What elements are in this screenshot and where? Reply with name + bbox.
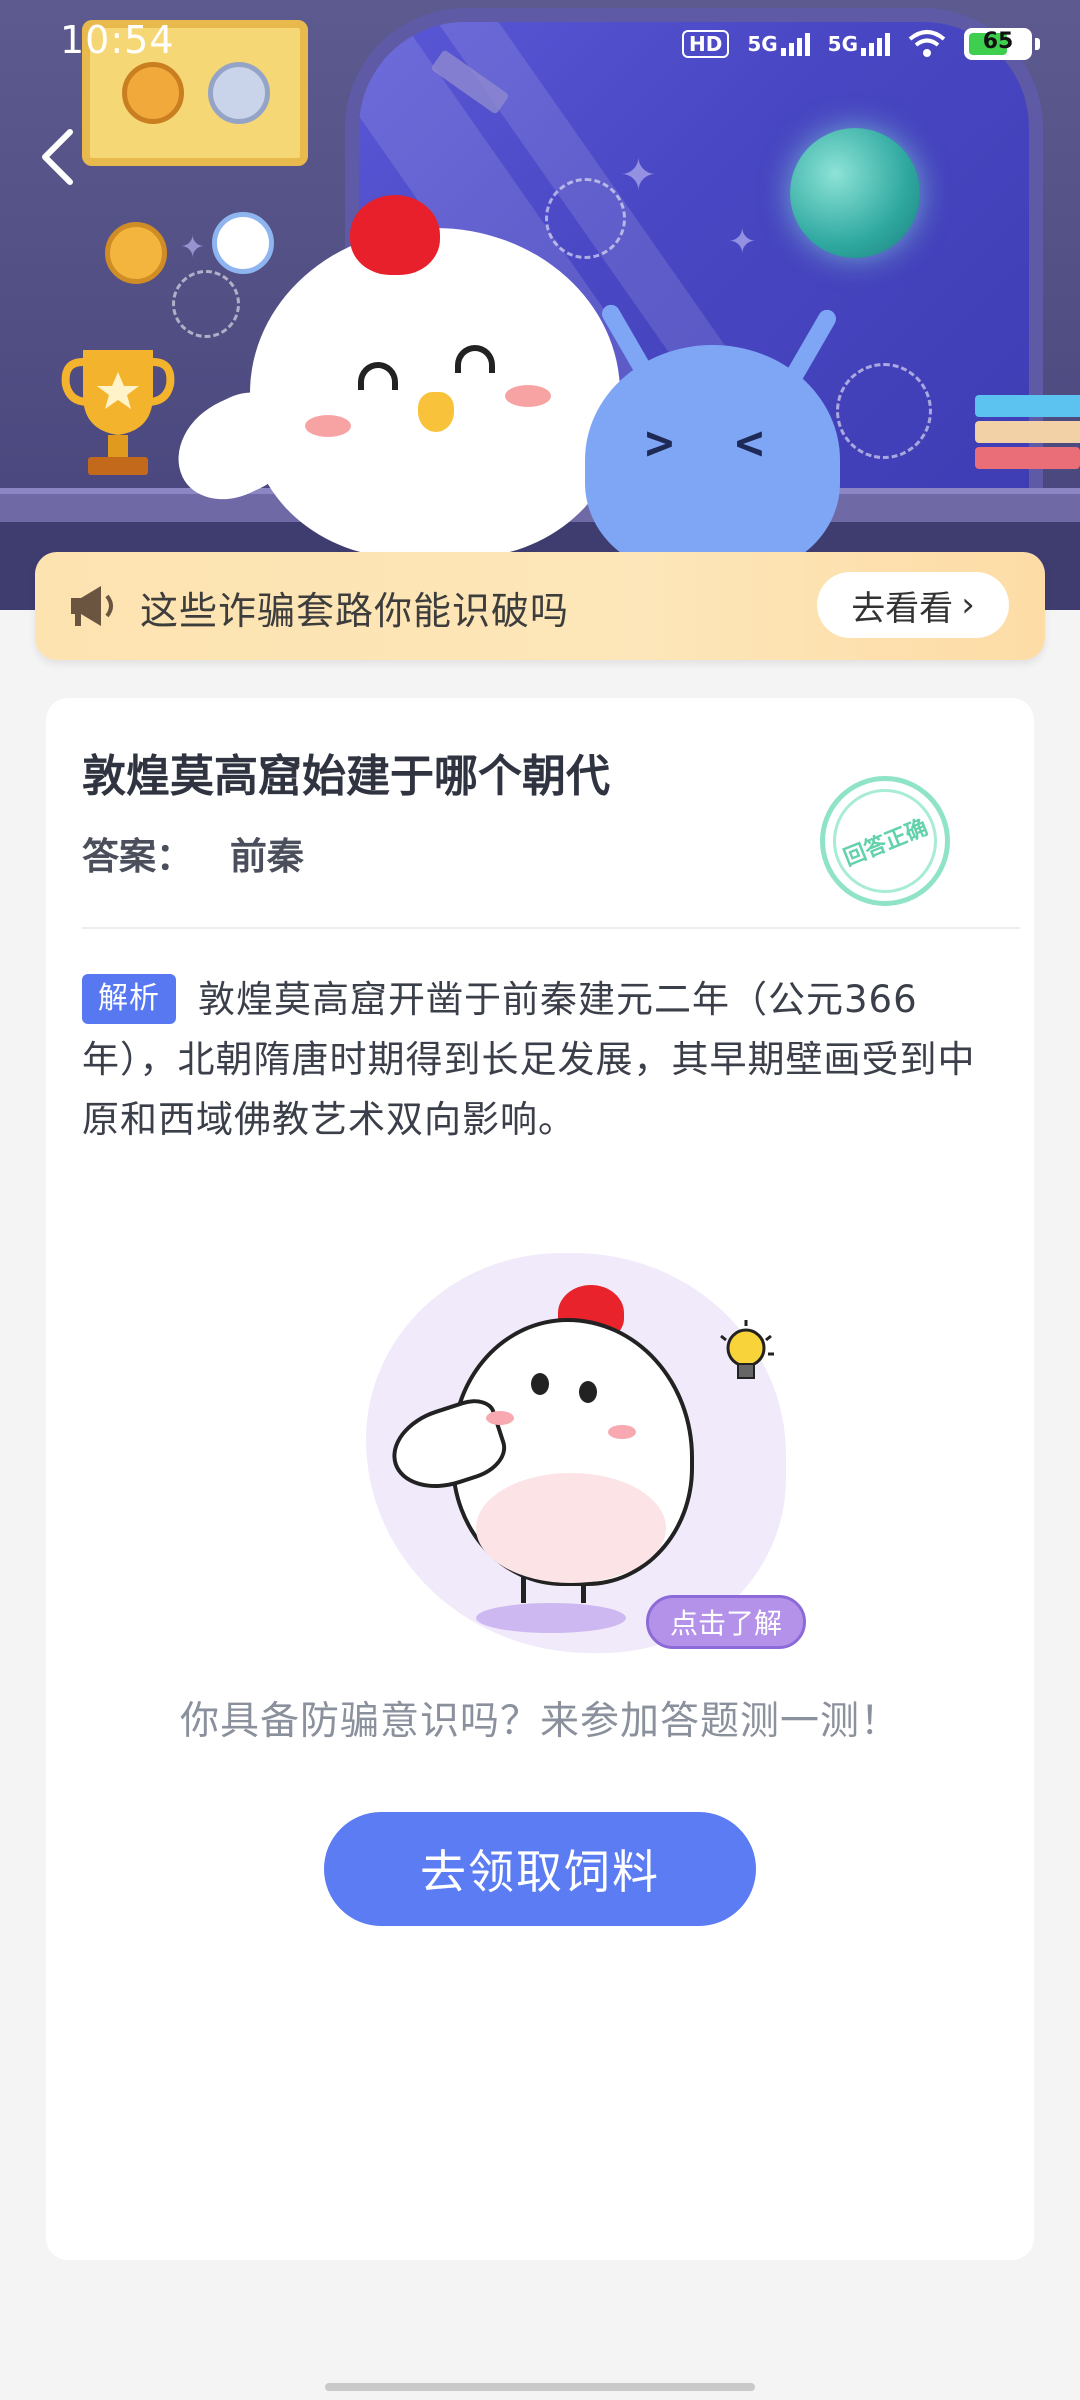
analysis-text: 敦煌莫高窟开凿于前秦建元二年（公元366年），北朝隋唐时期得到长足发展，其早期壁… <box>82 978 976 1141</box>
signal-icon: 5G <box>747 32 810 56</box>
anti-fraud-banner[interactable]: 这些诈骗套路你能识破吗 去看看 › <box>35 552 1045 660</box>
alien-mascot <box>585 345 840 575</box>
back-arrow-icon[interactable] <box>30 122 90 192</box>
megaphone-icon <box>71 586 113 626</box>
battery-icon: 65 <box>964 28 1032 60</box>
answer-card: 敦煌莫高窟始建于哪个朝代 答案： 前秦 回答正确 解析 敦煌莫高窟开凿于前秦建元二… <box>46 698 1034 2260</box>
wifi-icon <box>908 30 946 57</box>
claim-feed-button[interactable]: 去领取饲料 <box>324 1812 756 1926</box>
correct-stamp: 回答正确 <box>817 773 953 909</box>
go-see-button[interactable]: 去看看 › <box>817 572 1009 638</box>
divider <box>82 927 1020 929</box>
analysis-tag: 解析 <box>82 974 176 1024</box>
thinking-chicken-illustration[interactable]: 点击了解 <box>326 1223 826 1663</box>
sparkle-icon: ✦ <box>180 230 206 265</box>
answer-label: 答案： <box>82 835 193 878</box>
books-stack <box>975 395 1080 490</box>
status-time: 10:54 <box>60 18 175 62</box>
sparkle-icon: ✦ <box>620 150 657 201</box>
stamp-text: 回答正确 <box>840 815 932 872</box>
analysis-paragraph: 解析 敦煌莫高窟开凿于前秦建元二年（公元366年），北朝隋唐时期得到长足发展，其早… <box>82 970 982 1150</box>
status-icons: HD 5G 5G 65 <box>681 22 1040 66</box>
answer-value: 前秦 <box>229 835 304 878</box>
bronze-medal-icon <box>105 222 167 284</box>
banner-text: 这些诈骗套路你能识破吗 <box>140 589 570 633</box>
learn-more-tag[interactable]: 点击了解 <box>646 1595 806 1649</box>
answer-row: 答案： 前秦 <box>82 826 304 880</box>
hero-banner: ✦ ✦ ✦ > < <box>0 0 1080 610</box>
silver-medal-icon <box>208 62 270 124</box>
star-medal-icon <box>212 212 274 274</box>
gold-medal-icon <box>122 62 184 124</box>
chevron-right-icon: › <box>961 585 975 625</box>
quiz-prompt: 你具备防骗意识吗？来参加答题测一测！ <box>179 1699 900 1744</box>
home-indicator[interactable] <box>325 2383 755 2391</box>
signal-icon: 5G <box>828 32 890 56</box>
planet-icon <box>790 128 920 258</box>
hd-icon: HD <box>681 30 730 58</box>
lightbulb-icon <box>720 1320 774 1379</box>
sparkle-icon: ✦ <box>728 222 757 262</box>
trophy-icon <box>61 350 175 475</box>
question-title: 敦煌莫高窟始建于哪个朝代 <box>82 751 610 802</box>
